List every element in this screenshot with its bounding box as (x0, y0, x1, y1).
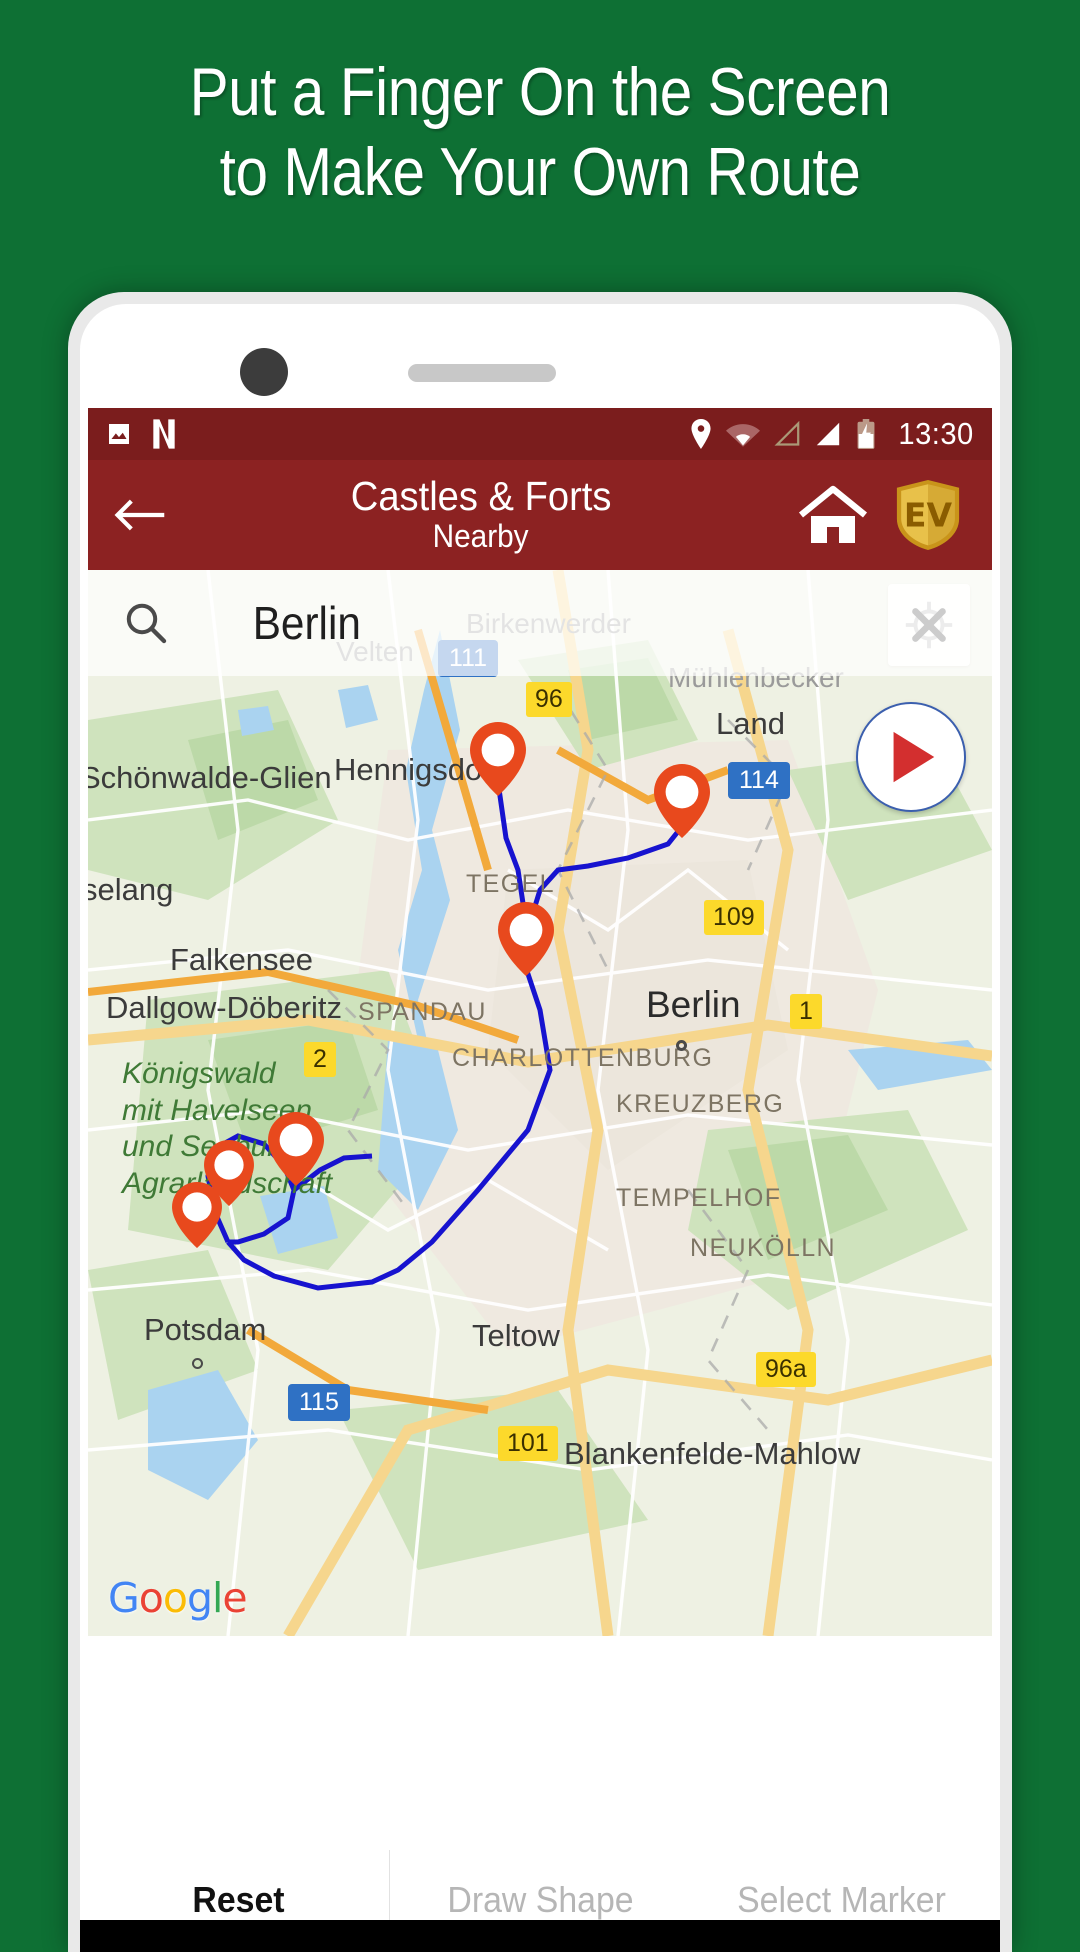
netflix-n-icon (150, 418, 178, 450)
map-marker[interactable] (470, 722, 526, 796)
city-center-dot (676, 1040, 687, 1051)
route-shield-96: 96 (526, 682, 572, 717)
phone-screen: 13:30 Castles & Forts Nearby EV Königswa… (88, 408, 992, 1952)
map-label-falkensee: Falkensee (170, 942, 314, 977)
map-label-schonwalde: Schönwalde-Glien (88, 760, 332, 795)
map-marker[interactable] (654, 764, 710, 838)
app-toolbar: Castles & Forts Nearby EV (88, 460, 992, 570)
wifi-icon (725, 420, 760, 448)
location-pin-icon (689, 419, 713, 449)
home-button[interactable] (794, 485, 872, 545)
phone-mockup: 13:30 Castles & Forts Nearby EV Königswa… (68, 292, 1012, 1952)
phone-body: 13:30 Castles & Forts Nearby EV Königswa… (80, 304, 1000, 1952)
map-marker[interactable] (498, 902, 554, 976)
google-attribution: Google (108, 1574, 248, 1622)
promo-line-1: Put a Finger On the Screen (189, 54, 891, 130)
signal-empty-icon (773, 421, 801, 447)
map-label-blankenfelde: Blankenfelde-Mahlow (564, 1436, 861, 1471)
map-label-land: Land (716, 706, 785, 741)
status-time: 13:30 (898, 416, 974, 451)
play-icon (893, 731, 935, 783)
map-label-berlin: Berlin (646, 984, 741, 1025)
map-label-kreuzberg: KREUZBERG (616, 1090, 785, 1118)
map-label-spandau: SPANDAU (358, 998, 487, 1026)
status-bar: 13:30 (88, 408, 992, 460)
front-camera-icon (240, 348, 288, 396)
search-bar[interactable]: Berlin (88, 570, 992, 676)
toolbar-titles: Castles & Forts Nearby (168, 472, 794, 555)
map-marker[interactable] (268, 1112, 324, 1186)
potsdam-center-dot (192, 1358, 203, 1369)
tab-select-marker[interactable]: Select Marker (700, 1879, 983, 1921)
earpiece-speaker (408, 364, 556, 382)
tab-reset[interactable]: Reset (97, 1879, 380, 1921)
map-label-dallgow: Dallgow-Döberitz (106, 990, 343, 1025)
route-shield-109: 109 (704, 900, 764, 935)
search-icon (122, 599, 170, 647)
promo-line-2: to Make Your Own Route (219, 134, 861, 210)
map-marker[interactable] (172, 1182, 222, 1248)
map-label-tempelhof: TEMPELHOF (616, 1184, 782, 1212)
map-view[interactable]: Königswaldmit Havelseenund SeeburgerAgra… (88, 570, 992, 1636)
route-shield-114: 114 (728, 762, 790, 799)
route-shield-2: 2 (304, 1042, 336, 1077)
map-label-teltow: Teltow (472, 1318, 560, 1353)
map-label-potsdam: Potsdam (144, 1312, 267, 1347)
map-label-neukolln: NEUKÖLLN (690, 1234, 836, 1262)
route-shield-96a: 96a (756, 1352, 816, 1387)
signal-full-icon (814, 421, 842, 447)
page-title: Castles & Forts (350, 472, 612, 519)
svg-text:EV: EV (904, 496, 953, 535)
page-subtitle: Nearby (433, 518, 529, 555)
search-input[interactable]: Berlin (253, 596, 361, 650)
play-route-button[interactable] (856, 702, 966, 812)
map-label-selang: selang (88, 872, 174, 907)
route-shield-1: 1 (790, 994, 822, 1029)
battery-charging-icon (855, 419, 877, 449)
route-shield-115: 115 (288, 1384, 350, 1421)
tab-draw-shape[interactable]: Draw Shape (399, 1879, 682, 1921)
android-navigation-bar (80, 1920, 1000, 1952)
back-button[interactable] (114, 495, 172, 535)
promo-headline: Put a Finger On the Screen to Make Your … (76, 58, 1005, 206)
map-label-tegel: TEGEL (466, 870, 555, 898)
route-shield-101: 101 (498, 1426, 558, 1461)
ev-logo[interactable]: EV (890, 478, 966, 552)
image-icon (104, 419, 134, 449)
map-label-charlottenburg: CHARLOTTENBURG (452, 1044, 714, 1072)
